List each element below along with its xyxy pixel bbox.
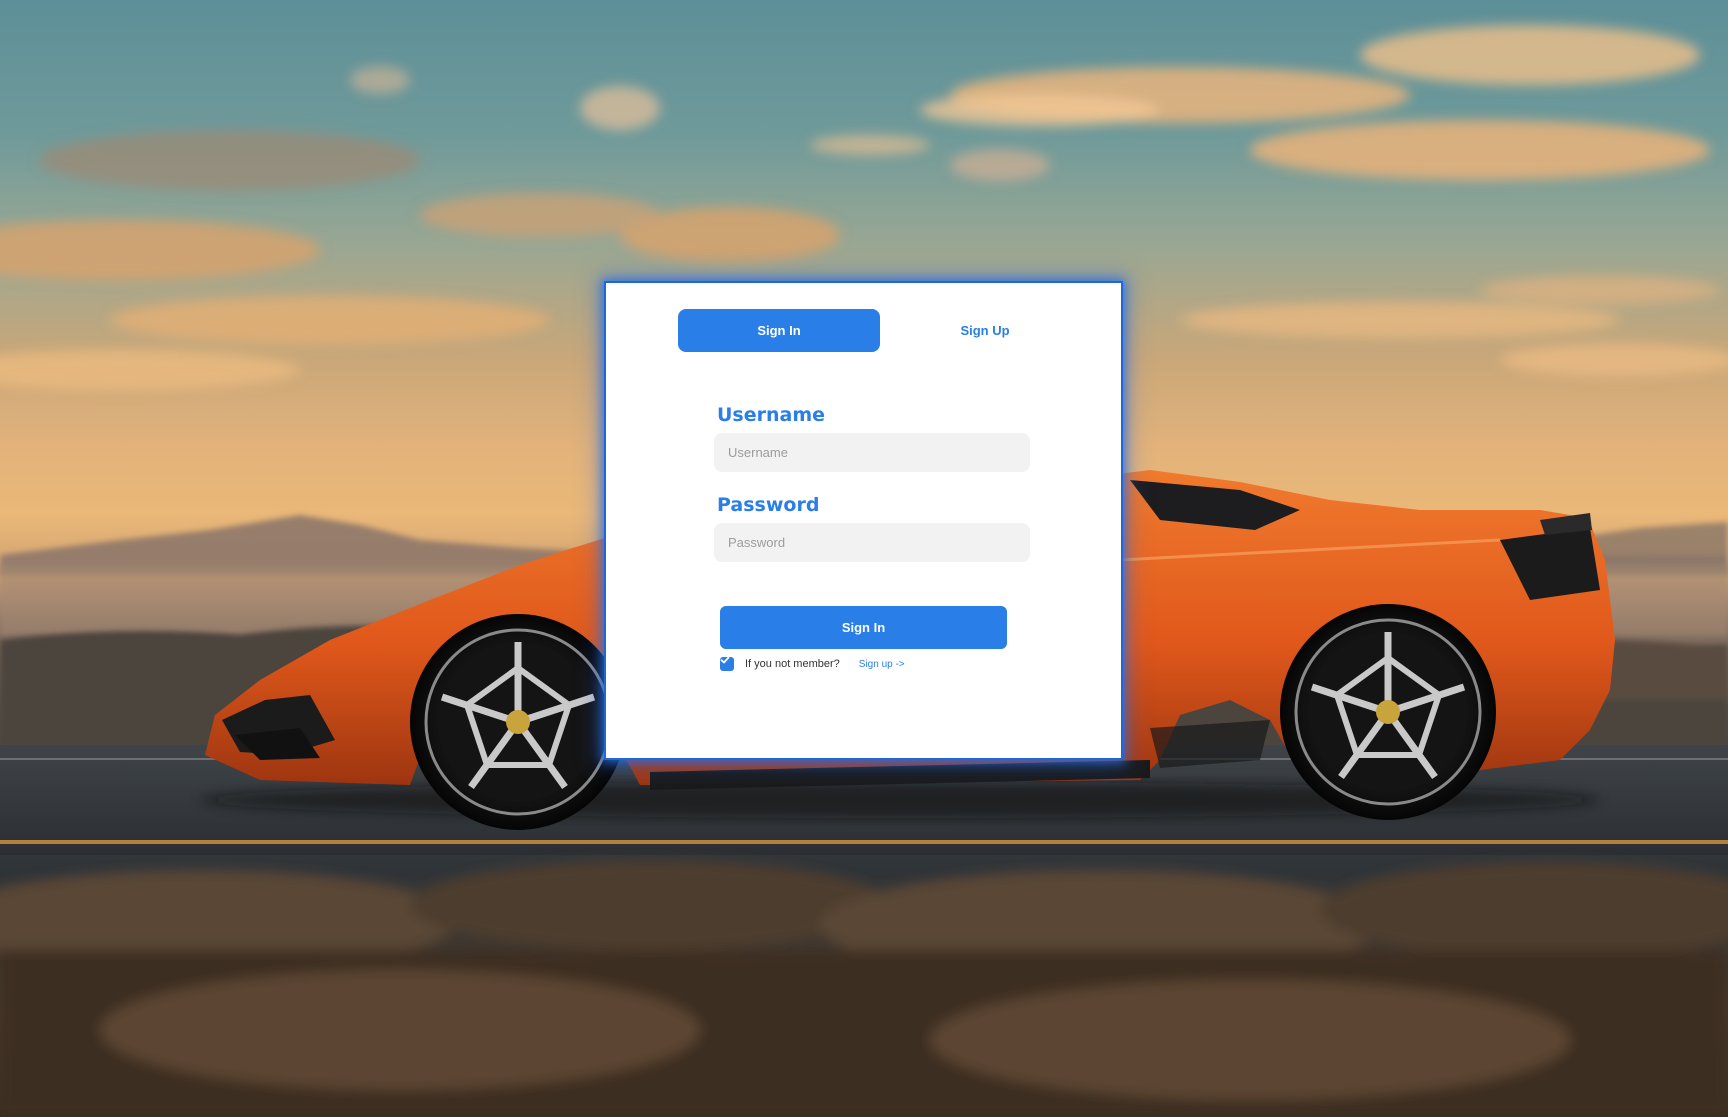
password-label: Password — [717, 494, 820, 516]
rear-wheel — [1280, 604, 1496, 820]
background-scene: Sign In Sign Up Username Password Sign I… — [0, 0, 1728, 1117]
username-input[interactable] — [714, 433, 1030, 472]
sign-up-link[interactable]: Sign up -> — [859, 659, 905, 670]
tab-sign-up[interactable]: Sign Up — [884, 309, 1086, 352]
login-card: Sign In Sign Up Username Password Sign I… — [606, 283, 1121, 758]
front-wheel — [410, 614, 626, 830]
member-row: If you not member? Sign up -> — [720, 655, 905, 673]
username-label: Username — [717, 404, 826, 426]
remember-checkbox[interactable] — [720, 656, 734, 671]
check-icon — [720, 656, 730, 664]
password-input[interactable] — [714, 523, 1030, 562]
sign-in-button[interactable]: Sign In — [720, 606, 1007, 649]
member-question: If you not member? — [745, 658, 840, 670]
tab-sign-in[interactable]: Sign In — [678, 309, 880, 352]
foreground-shrubs — [0, 860, 1728, 1117]
